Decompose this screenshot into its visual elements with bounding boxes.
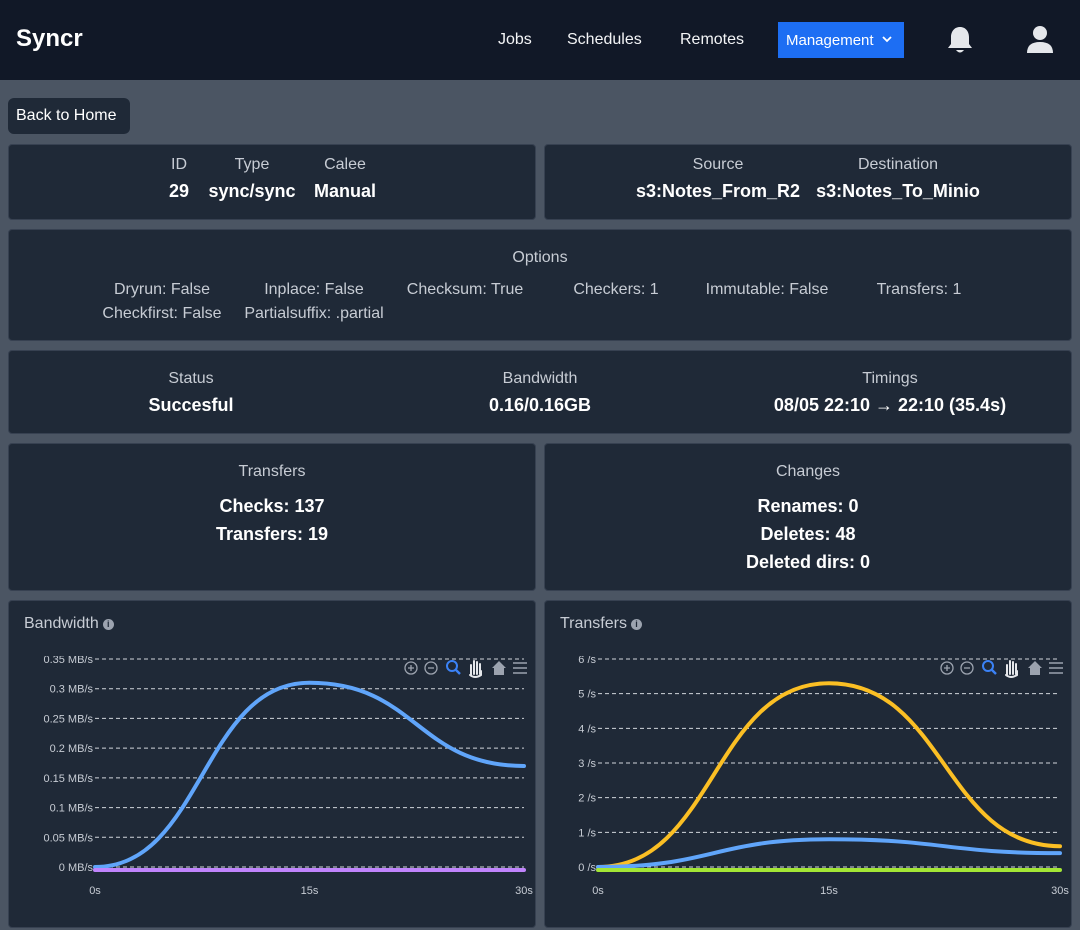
zoom-select-icon[interactable] [446,660,461,675]
type-label: Type [234,156,270,173]
zoom-out-icon[interactable] [960,661,974,675]
y-tick-label: 0.2 MB/s [50,743,94,755]
y-tick-label: 0.25 MB/s [43,713,93,725]
x-tick-label: 15s [301,885,319,897]
option-checksum: Checksum: True [406,281,524,298]
y-tick-label: 3 /s [578,758,596,770]
menu-icon[interactable] [513,662,527,674]
timings-label: Timings [862,370,918,387]
summary-card: Status Succesful Bandwidth 0.16/0.16GB T… [8,350,1072,434]
y-tick-label: 0.3 MB/s [50,684,94,696]
status-label: Status [168,370,214,387]
menu-icon[interactable] [1049,662,1063,674]
zoom-select-icon[interactable] [982,660,997,675]
transfers-chart: 0 /s 1 /s 2 /s 3 /s 4 /s 5 /s 6 /s 0s 15s 30s [578,654,1069,897]
bandwidth-chart-card: Bandwidth i 0 MB/s 0.05 MB/s 0.1 MB/s 0.15 M… [8,600,536,928]
y-tick-label: 0 /s [578,862,596,874]
bandwidth-value: 0.16/0.16GB [488,395,592,415]
series-line-0 [93,680,526,869]
nav-link-jobs[interactable]: Jobs [498,31,532,49]
bandwidth-chart: 0 MB/s 0.05 MB/s 0.1 MB/s 0.15 MB/s 0.2 MB/s… [43,654,533,897]
y-tick-label: 0.15 MB/s [43,773,93,785]
series-line-1 [596,837,1062,869]
deletes-count: Deletes: 48 [760,524,856,544]
navbar: Syncr Jobs Schedules Remotes Management [0,0,1080,80]
options-title: Options [512,249,568,266]
option-partialsuffix: Partialsuffix: .partial [244,305,384,322]
transfers-title: Transfers [238,463,306,480]
checks-count: Checks: 137 [219,496,325,516]
option-dryrun: Dryrun: False [113,281,211,298]
bandwidth-label: Bandwidth [502,370,578,387]
home-icon[interactable] [492,661,506,675]
chart-toolbar [940,660,1063,678]
x-tick-label: 15s [820,885,838,897]
y-tick-label: 2 /s [578,793,596,805]
chevron-down-icon [882,36,892,43]
job-info-card: ID 29 Type sync/sync Calee Manual [8,144,536,220]
calee-value: Manual [313,181,377,201]
nav-link-schedules[interactable]: Schedules [567,31,642,49]
nav-link-remotes[interactable]: Remotes [680,31,744,49]
y-tick-label: 6 /s [578,654,596,666]
management-label: Management [786,32,874,49]
pan-hand-icon[interactable] [469,660,482,678]
option-checkfirst: Checkfirst: False [102,305,222,322]
option-checkers: Checkers: 1 [573,281,659,298]
options-card: Options Dryrun: False Inplace: False Che… [8,229,1072,341]
zoom-in-icon[interactable] [940,661,954,675]
y-tick-label: 5 /s [578,689,596,701]
zoom-out-icon[interactable] [424,661,438,675]
x-tick-label: 0s [592,885,604,897]
zoom-in-icon[interactable] [404,661,418,675]
x-tick-label: 0s [89,885,101,897]
renames-count: Renames: 0 [757,496,859,516]
user-icon[interactable] [1026,24,1054,54]
y-tick-label: 0.05 MB/s [43,832,93,844]
option-transfers: Transfers: 1 [876,281,962,298]
y-tick-label: 4 /s [578,723,596,735]
brand-logo[interactable]: Syncr [16,25,83,53]
management-dropdown[interactable]: Management [778,22,904,58]
transfers-card: Transfers Checks: 137 Transfers: 19 [8,443,536,591]
y-tick-label: 0.1 MB/s [50,803,94,815]
id-value: 29 [168,181,190,201]
option-immutable: Immutable: False [705,281,829,298]
back-to-home-button[interactable]: Back to Home [8,98,130,134]
source-label: Source [692,156,744,173]
source-value: s3:Notes_From_R2 [635,181,801,201]
option-inplace: Inplace: False [264,281,364,298]
home-icon[interactable] [1028,661,1042,675]
pan-hand-icon[interactable] [1005,660,1018,678]
id-label: ID [171,156,187,173]
destination-value: s3:Notes_To_Minio [816,181,980,201]
deleted-dirs-count: Deleted dirs: 0 [745,552,871,572]
status-value: Succesful [148,395,234,415]
y-tick-label: 0 MB/s [59,862,94,874]
y-tick-label: 1 /s [578,827,596,839]
transfers-count: Transfers: 19 [215,524,329,544]
y-tick-label: 0.35 MB/s [43,654,93,666]
calee-label: Calee [324,156,366,173]
chart-toolbar [404,660,527,678]
bell-icon[interactable] [946,24,974,56]
timings-value: 08/05 22:10 → 22:10 (35.4s) [773,395,1007,415]
changes-title: Changes [775,463,841,480]
transfers-chart-card: Transfers i 0 /s 1 /s 2 /s 3 /s 4 /s 5 /s 6 /s 0… [544,600,1072,928]
x-tick-label: 30s [515,885,533,897]
changes-card: Changes Renames: 0 Deletes: 48 Deleted d… [544,443,1072,591]
route-card: Source s3:Notes_From_R2 Destination s3:N… [544,144,1072,220]
destination-label: Destination [857,156,939,173]
x-tick-label: 30s [1051,885,1069,897]
type-value: sync/sync [208,181,296,201]
